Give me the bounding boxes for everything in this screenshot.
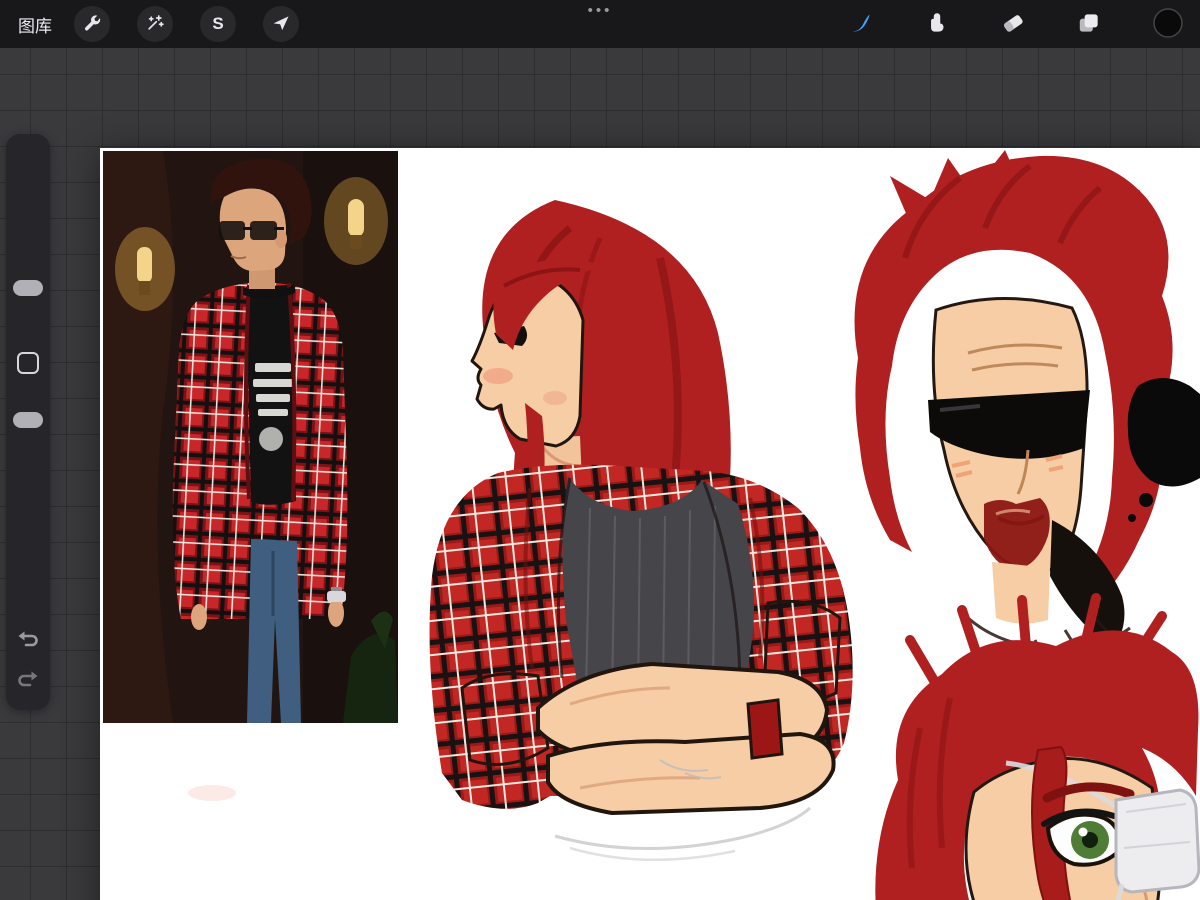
- layers-icon: [1076, 10, 1102, 39]
- multitask-handle[interactable]: •••: [588, 2, 613, 19]
- paint-smudge: [188, 785, 236, 801]
- opacity-slider[interactable]: [13, 412, 43, 428]
- transform-arrow-icon: [271, 13, 291, 36]
- modify-button[interactable]: [17, 352, 39, 374]
- transform-button[interactable]: [263, 6, 299, 42]
- color-swatch: [1152, 7, 1184, 42]
- paint-brush-icon: [848, 10, 874, 39]
- layers-button[interactable]: [1076, 10, 1102, 39]
- color-swatch-button[interactable]: [1152, 7, 1184, 42]
- wrench-icon: [82, 13, 102, 36]
- selection-button[interactable]: S: [200, 6, 236, 42]
- undo-icon: [15, 631, 41, 655]
- workspace: [0, 48, 1200, 900]
- smudge-finger-icon: [924, 10, 950, 39]
- topbar: 图库 S •••: [0, 0, 1200, 48]
- undo-button[interactable]: [15, 626, 41, 655]
- gallery-button[interactable]: 图库: [0, 12, 60, 37]
- eyepatch-figure-sketch: [875, 593, 1200, 900]
- magic-wand-icon: [145, 13, 165, 36]
- paint-tool-button[interactable]: [848, 10, 874, 39]
- eraser-icon: [1000, 10, 1026, 39]
- brush-size-slider[interactable]: [13, 280, 43, 296]
- selection-s-icon: S: [212, 14, 224, 33]
- adjustments-button[interactable]: [137, 6, 173, 42]
- eraser-tool-button[interactable]: [1000, 10, 1026, 39]
- smudge-tool-button[interactable]: [924, 10, 950, 39]
- artwork: [103, 150, 1200, 900]
- main-figure-sketch: [429, 200, 853, 862]
- side-toolbar: [6, 134, 50, 710]
- drawing-canvas[interactable]: [100, 148, 1200, 900]
- redo-icon: [15, 671, 41, 695]
- reference-photo: [103, 151, 398, 723]
- redo-button[interactable]: [15, 666, 41, 695]
- procreate-window: 图库 S •••: [0, 0, 1200, 900]
- sunglasses-figure-sketch: [854, 150, 1177, 704]
- actions-button[interactable]: [74, 6, 110, 42]
